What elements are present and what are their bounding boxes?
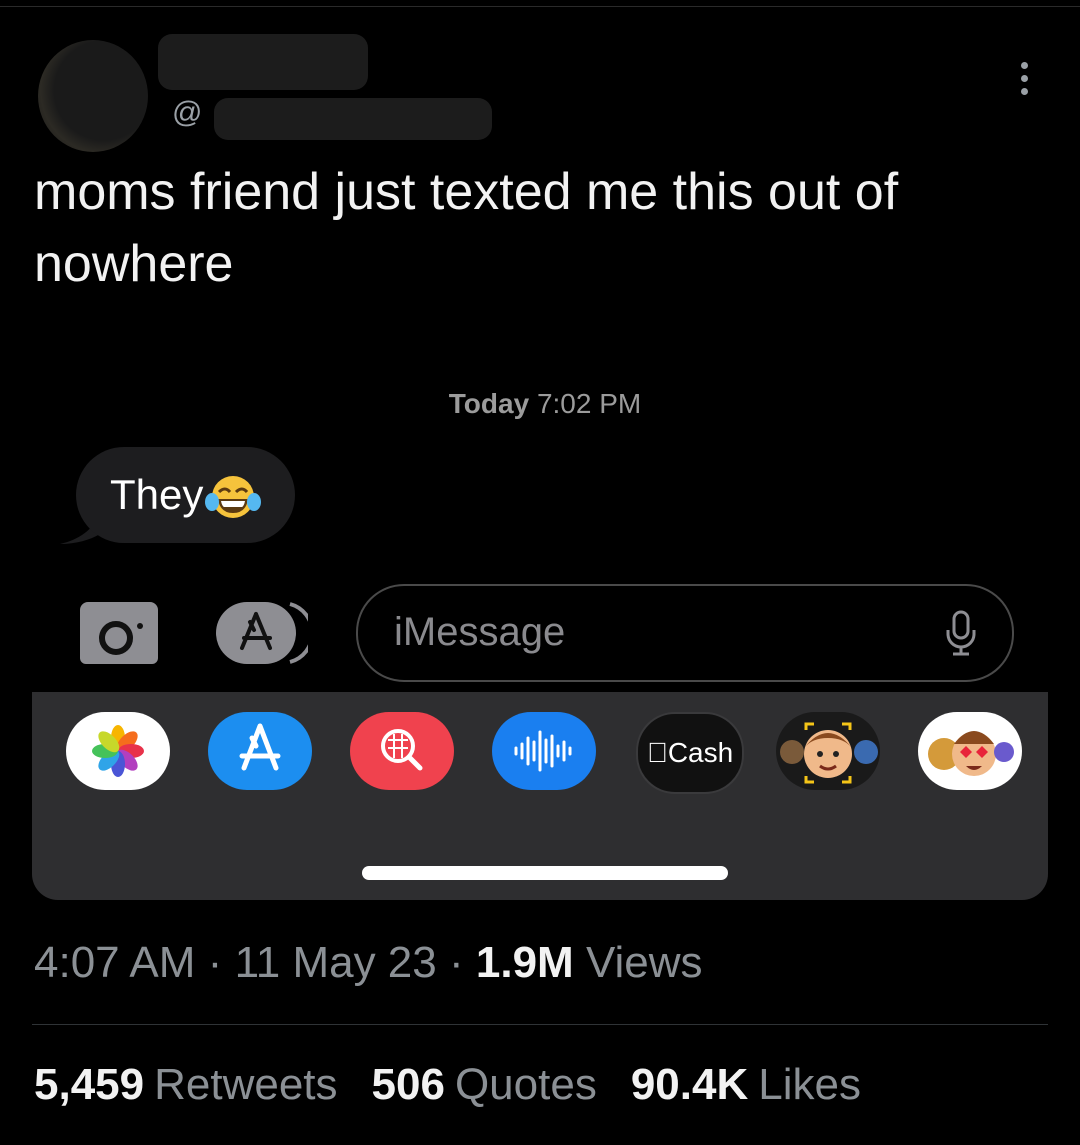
message-text: They (110, 471, 204, 518)
memoji-stickers-icon[interactable] (918, 712, 1022, 790)
received-message-bubble[interactable]: They (76, 447, 296, 543)
audio-message-icon[interactable] (492, 712, 596, 790)
image-search-icon[interactable] (350, 712, 454, 790)
redacted-handle (214, 98, 492, 140)
camera-icon[interactable] (80, 602, 158, 664)
separator: · (207, 938, 223, 987)
imessage-input[interactable]: iMessage (356, 584, 1014, 682)
microphone-icon[interactable] (944, 610, 978, 656)
home-indicator (362, 866, 728, 880)
retweets-stat[interactable]: 5,459 Retweets (34, 1060, 338, 1109)
photos-icon[interactable] (66, 712, 170, 790)
tweet-meta: 4:07 AM · 11 May 23 · 1.9M Views (34, 938, 703, 988)
engagement-stats: 5,459 Retweets 506 Quotes 90.4K Likes (34, 1060, 861, 1110)
redacted-display-name (158, 34, 368, 90)
face-with-tears-of-joy-icon (205, 476, 262, 518)
avatar[interactable] (38, 40, 148, 152)
cash-label: Cash (647, 737, 733, 768)
tweet-date[interactable]: 11 May 23 (235, 938, 437, 987)
app-store-icon[interactable] (208, 712, 312, 790)
likes-stat[interactable]: 90.4K Likes (631, 1060, 861, 1109)
input-placeholder: iMessage (394, 610, 566, 654)
views-label: Views (585, 938, 703, 987)
quotes-stat[interactable]: 506 Quotes (372, 1060, 597, 1109)
more-vertical-icon[interactable] (1014, 62, 1034, 102)
user-handle[interactable]: @ (172, 96, 202, 130)
apple-cash-icon[interactable]: Cash (636, 712, 744, 794)
message-clock: 7:02 PM (536, 388, 642, 419)
message-day: Today (448, 388, 530, 419)
handle-prefix: @ (172, 96, 203, 129)
separator: · (449, 938, 464, 987)
tweet-time: 4:07 AM (34, 938, 196, 987)
top-divider (0, 6, 1080, 7)
tweet-text: moms friend just texted me this out of n… (34, 163, 899, 293)
app-store-icon[interactable] (216, 602, 315, 664)
memoji-icon[interactable] (776, 712, 880, 790)
views-count: 1.9M (475, 938, 574, 987)
stats-divider (32, 1024, 1048, 1025)
message-timestamp: Today 7:02 PM (0, 388, 1080, 420)
